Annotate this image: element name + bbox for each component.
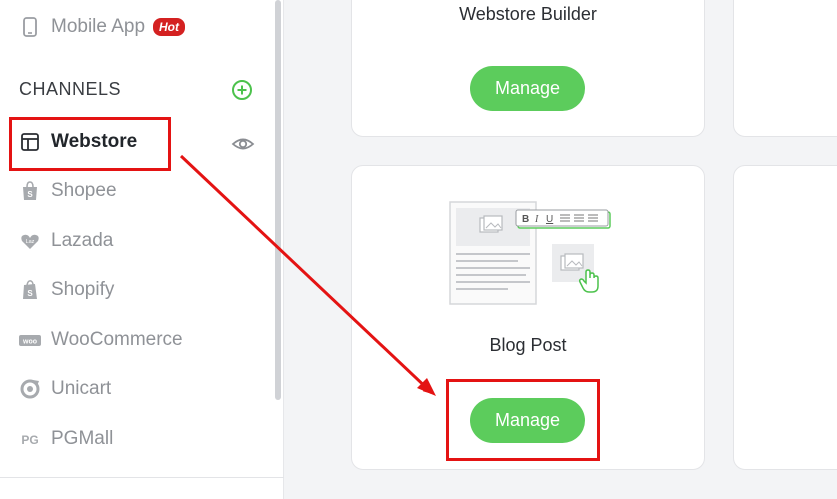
sidebar-divider — [0, 477, 284, 478]
eye-icon[interactable] — [231, 133, 255, 155]
sidebar-item-label: Shopify — [51, 279, 115, 300]
sidebar-item-mobile-app[interactable]: Mobile App Hot — [19, 12, 186, 42]
webstore-builder-card: Webstore Builder Manage — [351, 0, 705, 137]
woocommerce-icon: woo — [19, 329, 41, 351]
sidebar-item-label: PGMall — [51, 428, 114, 449]
sidebar-item-shopify[interactable]: S Shopify — [19, 275, 114, 305]
unicart-icon — [19, 378, 41, 400]
svg-text:Laz: Laz — [26, 239, 35, 245]
sidebar-item-label: WooCommerce — [51, 329, 183, 350]
sidebar-scrollbar[interactable] — [275, 0, 281, 400]
card-title: Blog Post — [489, 335, 567, 355]
sidebar-item-woocommerce[interactable]: woo WooCommerce — [19, 325, 183, 355]
partial-card — [733, 165, 837, 470]
card-title: Webstore Builder — [459, 4, 597, 24]
partial-card — [733, 0, 837, 137]
sidebar-item-lazada[interactable]: Laz Lazada — [19, 226, 113, 256]
svg-text:U: U — [546, 214, 553, 225]
pgmall-icon: PG — [19, 428, 41, 450]
sidebar-item-label: Lazada — [51, 230, 114, 251]
blog-post-illustration: B I U — [449, 201, 611, 305]
svg-text:B: B — [522, 214, 529, 225]
sidebar-item-label: Shopee — [51, 180, 117, 201]
sidebar-item-pgmall[interactable]: PG PGMall — [19, 424, 113, 454]
channels-section-header: CHANNELS — [19, 79, 122, 99]
svg-text:I: I — [534, 214, 539, 225]
sidebar-item-shopee[interactable]: S Shopee — [19, 176, 117, 206]
lazada-heart-icon: Laz — [19, 230, 41, 252]
svg-text:S: S — [27, 190, 33, 199]
sidebar-item-label: Mobile App — [51, 16, 146, 37]
shopify-bag-icon: S — [19, 279, 41, 301]
sidebar-item-label: Unicart — [51, 378, 112, 399]
sidebar: Mobile App Hot CHANNELS Webstore S Shope… — [0, 0, 284, 499]
manage-webstore-builder-button[interactable]: Manage — [470, 66, 585, 111]
svg-text:PG: PG — [21, 433, 38, 447]
hot-badge: Hot — [153, 18, 186, 36]
svg-text:S: S — [27, 289, 33, 298]
manage-highlight-box — [446, 379, 600, 461]
svg-text:woo: woo — [22, 339, 37, 346]
add-channel-icon[interactable] — [231, 79, 253, 101]
sidebar-item-unicart[interactable]: Unicart — [19, 374, 111, 404]
shopee-bag-icon: S — [19, 180, 41, 202]
webstore-highlight-box — [9, 117, 171, 171]
mobile-phone-icon — [19, 16, 41, 38]
